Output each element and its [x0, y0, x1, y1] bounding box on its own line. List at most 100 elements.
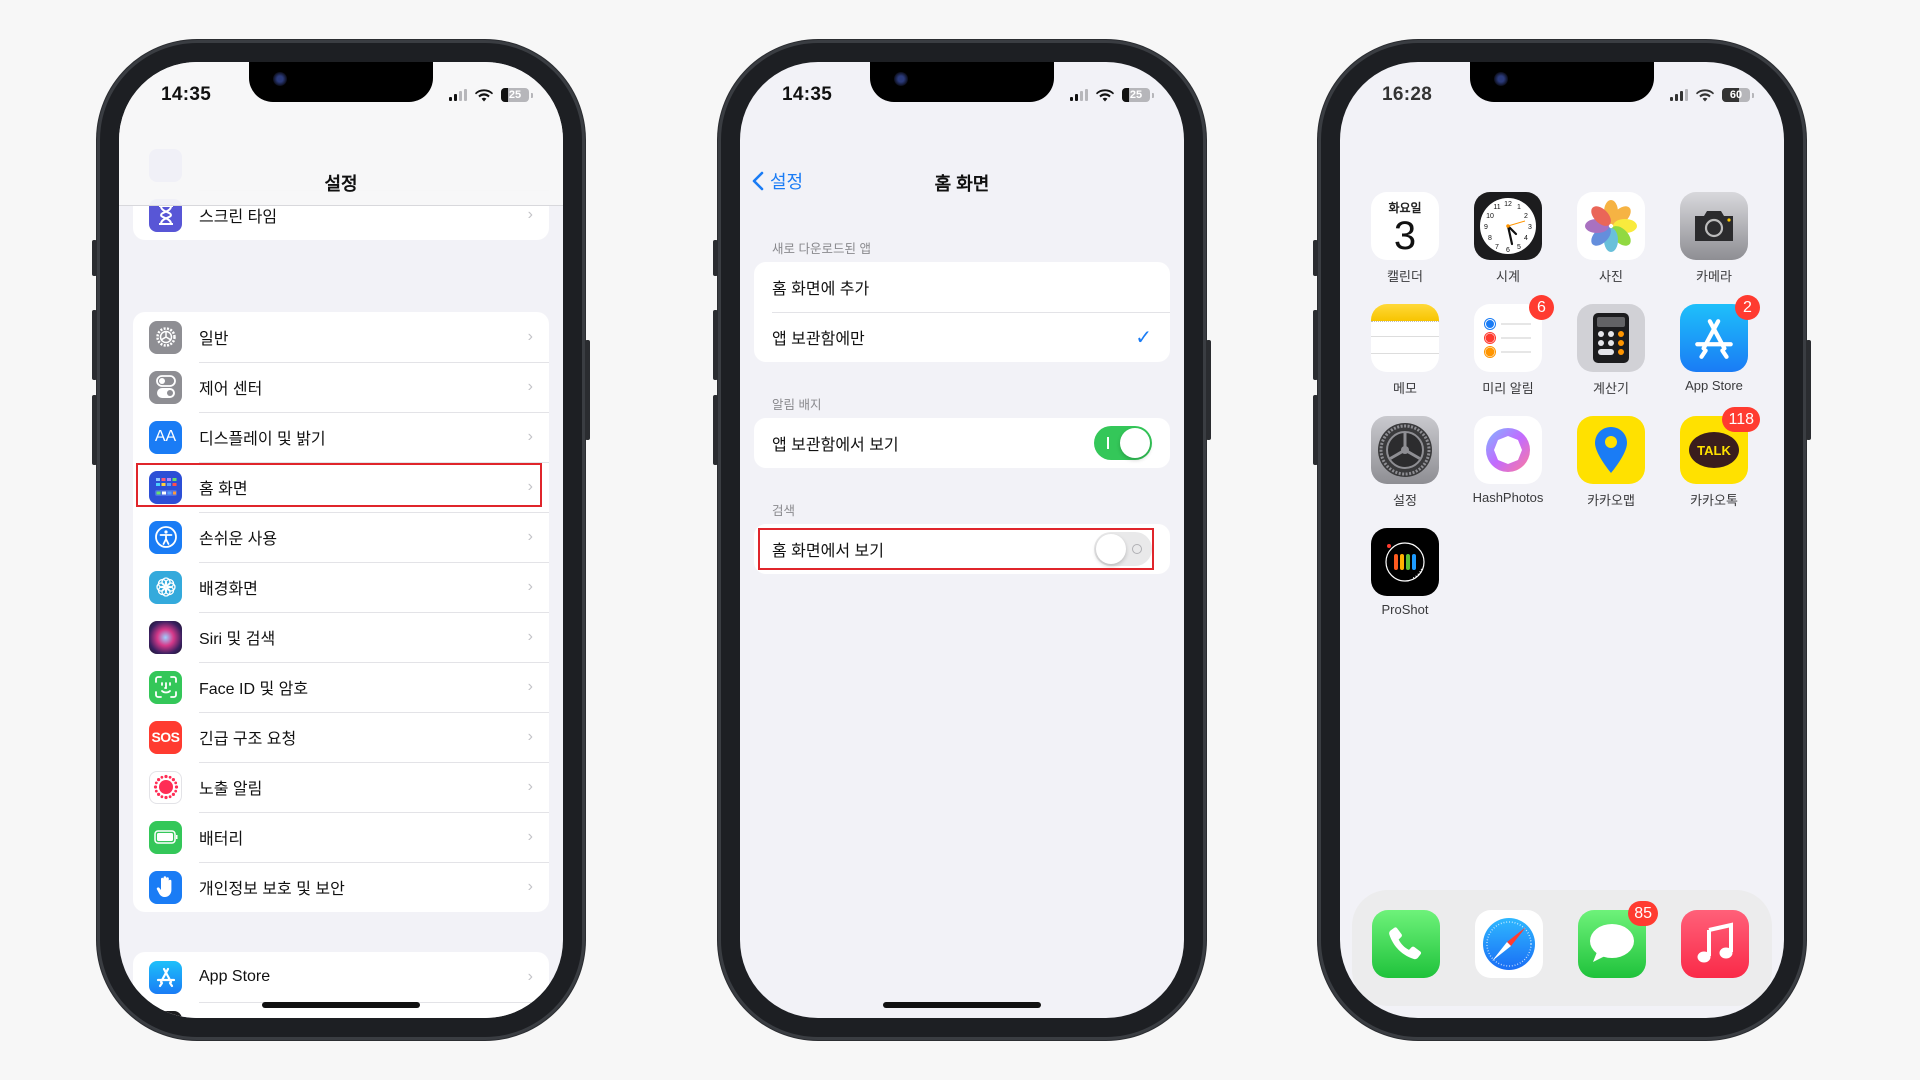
settings-item-exposure[interactable]: 노출 알림 ›: [133, 762, 549, 812]
app-settings[interactable]: 설정: [1370, 416, 1440, 509]
notch: [870, 62, 1054, 102]
hand-icon: [149, 870, 182, 904]
app-calendar[interactable]: 화요일 3 캘린더: [1370, 192, 1440, 285]
settings-item-label: Siri 및 검색: [199, 631, 276, 648]
settings-item-home-screen[interactable]: 홈 화면 ›: [133, 462, 549, 512]
app-app-store[interactable]: 2 App Store: [1679, 295, 1760, 393]
siri-icon: [149, 620, 182, 654]
notification-badge: 2: [1735, 295, 1760, 320]
app-label: 메모: [1393, 381, 1417, 396]
status-time: 16:28: [1382, 84, 1433, 105]
option-add-to-home-screen[interactable]: 홈 화면에 추가: [754, 262, 1170, 312]
chevron-right-icon: ›: [527, 778, 533, 795]
app-proshot[interactable]: ProShot: [1370, 528, 1440, 617]
settings-item-general[interactable]: 일반 ›: [133, 312, 549, 362]
app-label: HashPhotos: [1472, 490, 1544, 505]
app-label: 카메라: [1696, 269, 1732, 284]
battery-icon: 25: [501, 88, 529, 102]
option-label: 홈 화면에 추가: [772, 281, 870, 298]
cellular-signal-icon: [449, 89, 467, 101]
notification-badge: 118: [1722, 407, 1760, 432]
wallet-icon: [149, 1010, 182, 1018]
app-photos[interactable]: 사진: [1576, 192, 1646, 285]
safari-icon: [1475, 910, 1543, 978]
calendar-day: 3: [1393, 213, 1417, 258]
settings-item-privacy[interactable]: 개인정보 보호 및 보안 ›: [133, 862, 549, 912]
home-indicator[interactable]: [883, 1002, 1041, 1008]
phone-home-screen-settings: 14:35 25 설정 홈 화면 새로 다운로드된 앱 홈 화면에 추가 앱 보…: [713, 40, 1211, 1040]
app-reminders[interactable]: 6 미리 알림: [1473, 295, 1554, 397]
settings-item-wallpaper[interactable]: 배경화면 ›: [133, 562, 549, 612]
settings-item-label: 홈 화면: [199, 481, 248, 498]
dock-app-safari[interactable]: [1474, 910, 1544, 978]
settings-item-accessibility[interactable]: 손쉬운 사용 ›: [133, 512, 549, 562]
mute-switch: [92, 240, 97, 276]
page-title: 설정: [324, 174, 358, 194]
app-kakaotalk[interactable]: TALK 118 카카오톡: [1679, 407, 1760, 509]
home-indicator[interactable]: [262, 1002, 420, 1008]
option-label: 홈 화면에서 보기: [772, 543, 884, 560]
search-options: 홈 화면에서 보기: [754, 524, 1170, 574]
flower-icon: [149, 570, 182, 604]
settings-group-store: App Store › 지갑 ›: [133, 952, 549, 1018]
chevron-right-icon: ›: [527, 206, 533, 223]
app-kakaomap[interactable]: 카카오맵: [1576, 416, 1646, 509]
app-label: ProShot: [1381, 602, 1429, 617]
status-time: 14:35: [161, 84, 212, 105]
cellular-signal-icon: [1670, 89, 1688, 101]
settings-item-emergency-sos[interactable]: SOS 긴급 구조 요청 ›: [133, 712, 549, 762]
home-grid-icon: [149, 470, 182, 504]
settings-item-label: Face ID 및 암호: [199, 681, 309, 698]
show-in-app-library-toggle[interactable]: [1094, 426, 1152, 460]
settings-item-battery[interactable]: 배터리 ›: [133, 812, 549, 862]
phone-settings: 14:35 25 설정 스크린 타임 › 일반 › 제어 센터 › AA 디스플…: [92, 40, 590, 1040]
battery-icon: [149, 820, 182, 854]
battery-level: 60: [1729, 89, 1743, 101]
hashphotos-icon: [1474, 416, 1542, 484]
page-title: 홈 화면: [934, 174, 990, 194]
settings-item-display[interactable]: AA 디스플레이 및 밝기 ›: [133, 412, 549, 462]
app-label: 미리 알림: [1482, 381, 1534, 396]
settings-item-label: 지갑: [199, 1015, 228, 1018]
notch: [249, 62, 433, 102]
settings-group-main: 일반 › 제어 센터 › AA 디스플레이 및 밝기 › 홈 화면 › 손쉬운 …: [133, 312, 549, 912]
battery-level: 25: [508, 89, 522, 101]
phone-icon: [1372, 910, 1440, 978]
app-clock[interactable]: 12 3 6 9 1 2 4 5 7 8 10 11 시계: [1473, 192, 1543, 285]
app-notes[interactable]: 메모: [1370, 304, 1440, 397]
settings-item-siri[interactable]: Siri 및 검색 ›: [133, 612, 549, 662]
app-hashphotos[interactable]: HashPhotos: [1473, 416, 1543, 505]
settings-item-control-center[interactable]: 제어 센터 ›: [133, 362, 549, 412]
option-label: 앱 보관함에만: [772, 331, 865, 348]
settings-item-label: 제어 센터: [199, 381, 263, 398]
svg-text:3: 3: [1528, 224, 1532, 231]
power-button: [585, 340, 590, 440]
mute-switch: [713, 240, 718, 276]
volume-up-button: [1313, 310, 1318, 380]
option-app-library-only[interactable]: 앱 보관함에만 ✓: [754, 312, 1170, 362]
show-on-home-screen-toggle[interactable]: [1094, 532, 1152, 566]
dock-app-messages[interactable]: 85: [1577, 901, 1658, 978]
dock-app-music[interactable]: [1680, 910, 1750, 978]
svg-text:6: 6: [1506, 247, 1510, 254]
app-label: 카카오톡: [1690, 493, 1738, 508]
svg-text:8: 8: [1488, 235, 1492, 242]
volume-up-button: [92, 310, 97, 380]
exposure-icon: [149, 770, 182, 804]
chevron-right-icon: ›: [527, 628, 533, 645]
chevron-right-icon: ›: [527, 878, 533, 895]
screen: 14:35 25 설정 홈 화면 새로 다운로드된 앱 홈 화면에 추가 앱 보…: [740, 62, 1184, 1018]
settings-item-face-id[interactable]: Face ID 및 암호 ›: [133, 662, 549, 712]
dock-app-phone[interactable]: [1371, 910, 1441, 978]
battery-icon: 25: [1122, 88, 1150, 102]
settings-gear-icon: [1371, 416, 1439, 484]
clock-icon: 12 3 6 9 1 2 4 5 7 8 10 11: [1474, 192, 1542, 260]
settings-item-app-store[interactable]: App Store ›: [133, 952, 549, 1002]
app-camera[interactable]: 카메라: [1679, 192, 1749, 285]
toggles-icon: [149, 370, 182, 404]
volume-down-button: [713, 395, 718, 465]
front-camera: [273, 72, 287, 86]
app-calculator[interactable]: 계산기: [1576, 304, 1646, 397]
app-label: 시계: [1496, 269, 1520, 284]
calendar-weekday: 화요일: [1388, 200, 1422, 215]
